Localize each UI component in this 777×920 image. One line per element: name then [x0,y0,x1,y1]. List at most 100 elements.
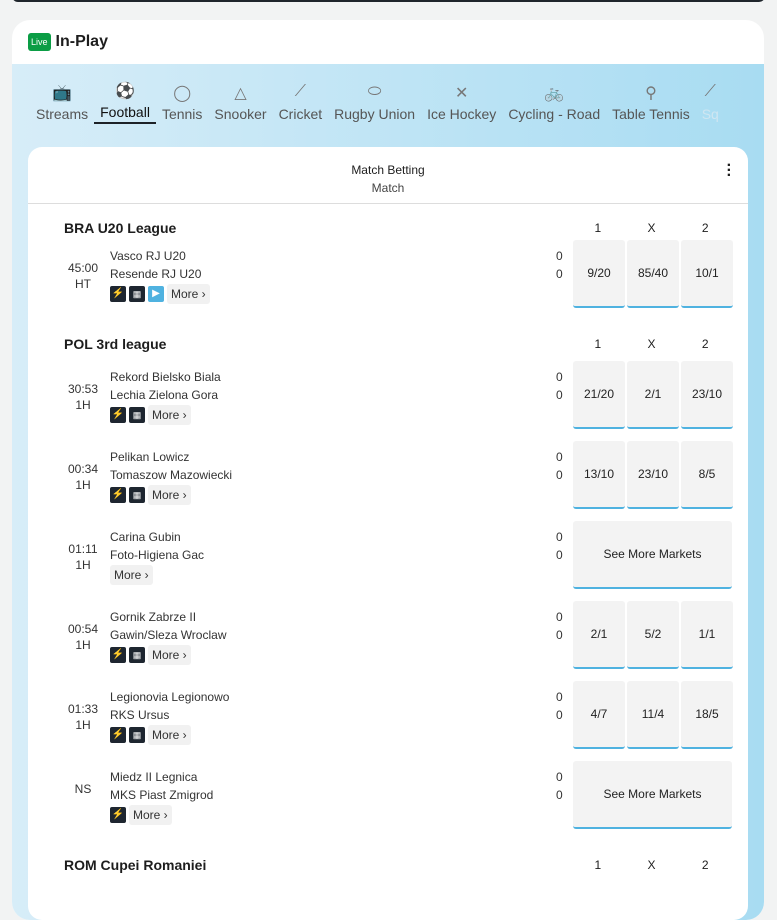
column-header: 1 [594,337,602,351]
home-team[interactable]: Pelikan Lowicz [110,448,232,466]
odds-button[interactable]: 2/1 [627,361,679,429]
away-team[interactable]: Resende RJ U20 [110,265,210,283]
tab-ice-hockey[interactable]: ✕ Ice Hockey [421,64,502,122]
see-more-markets-button[interactable]: See More Markets [573,521,732,589]
stats-icon: ▦ [129,487,145,503]
league-name: ROM Cupei Romaniei [64,857,207,873]
home-team[interactable]: Vasco RJ U20 [110,247,210,265]
video-icon: ▶ [148,286,164,302]
more-link[interactable]: More › [167,284,210,304]
tab-tennis[interactable]: ◯ Tennis [156,64,208,122]
tab-table-tennis[interactable]: ⚲ Table Tennis [606,64,696,122]
odds-group: See More Markets [573,521,732,589]
more-link[interactable]: More › [129,805,172,825]
away-team[interactable]: MKS Piast Zmigrod [110,786,213,804]
lightning-icon: ⚡ [110,807,126,823]
away-team[interactable]: Tomaszow Mazowiecki [110,466,232,484]
away-score: 0 [556,788,563,802]
odds-button[interactable]: 21/20 [573,361,625,429]
lightning-icon: ⚡ [110,647,126,663]
market-selector[interactable]: Match Betting Match · · · [28,147,748,204]
away-team[interactable]: RKS Ursus [110,706,229,724]
market-title: Match Betting [351,163,425,177]
home-team[interactable]: Rekord Bielsko Biala [110,368,221,386]
match-time: 00:34 [67,462,99,476]
match-period: HT [75,277,91,291]
tab-football[interactable]: ⚽ Football [94,64,156,124]
column-header: X [647,858,656,872]
tab-rugby-union[interactable]: ⬭ Rugby Union [328,64,421,122]
tab-label: Streams [36,106,89,122]
event-row: 45:00 HT Vasco RJ U20 Resende RJ U20 ⚡ ▦ ▶ Mo… [28,240,748,320]
panel-header: Live In-Play [12,20,764,64]
odds-group: 4/7 11/4 18/5 [573,681,733,749]
odds-button[interactable]: 2/1 [573,601,625,669]
stats-icon: ▦ [129,286,145,302]
home-score: 0 [556,690,563,704]
event-list: BRA U20 League 1 X 2 45:00 HT Vasco RJ U20 Res… [28,216,748,877]
odds-button[interactable]: 1/1 [681,601,733,669]
event-row: 01:11 1H Carina Gubin Foto-Higiena Gac Mor… [28,521,748,601]
more-link[interactable]: More › [148,645,191,665]
odds-button[interactable]: 8/5 [681,441,733,509]
table-tennis-icon: ⚲ [645,85,657,102]
league-header: ROM Cupei Romaniei 1 X 2 [28,853,748,877]
odds-button[interactable]: 18/5 [681,681,733,749]
column-header: 1 [594,221,602,235]
match-clock: NS [54,781,112,797]
match-time: NS [74,782,92,796]
home-score: 0 [556,450,563,464]
column-header: 2 [701,858,709,872]
event-row: 30:53 1H Rekord Bielsko Biala Lechia Zielo… [28,361,748,441]
more-link[interactable]: More › [148,485,191,505]
match-period: 1H [75,718,91,732]
match-time: 01:33 [67,702,99,716]
home-team[interactable]: Carina Gubin [110,528,204,546]
event-row: 00:34 1H Pelikan Lowicz Tomaszow Mazowieck… [28,441,748,521]
tab-streams[interactable]: 📺 Streams [30,64,94,122]
see-more-markets-button[interactable]: See More Markets [573,761,732,829]
home-score: 0 [556,530,563,544]
match-clock: 00:34 1H [54,461,112,493]
tab-snooker[interactable]: △ Snooker [208,64,272,122]
lightning-icon: ⚡ [110,727,126,743]
away-score: 0 [556,267,563,281]
tab-label: Cycling - Road [508,106,601,122]
match-period: 1H [75,558,91,572]
lightning-icon: ⚡ [110,487,126,503]
match-time: 00:54 [67,622,99,636]
more-link[interactable]: More › [148,725,191,745]
tab-label: Table Tennis [612,106,690,122]
home-team[interactable]: Gornik Zabrze II [110,608,226,626]
odds-button[interactable]: 23/10 [681,361,733,429]
more-link[interactable]: More › [148,405,191,425]
odds-button[interactable]: 10/1 [681,240,733,308]
snooker-icon: △ [234,85,247,102]
tab-label: Rugby Union [334,106,416,122]
odds-button[interactable]: 11/4 [627,681,679,749]
away-team[interactable]: Lechia Zielona Gora [110,386,221,404]
events-card: Match Betting Match · · · BRA U20 League 1 X… [28,147,748,920]
tab-sq[interactable]: ⟋ Sq [696,64,725,122]
away-team[interactable]: Gawin/Sleza Wroclaw [110,626,226,644]
odds-button[interactable]: 85/40 [627,240,679,308]
lightning-icon: ⚡ [110,286,126,302]
home-score: 0 [556,370,563,384]
odds-button[interactable]: 4/7 [573,681,625,749]
match-time: 30:53 [67,382,99,396]
cricket-icon: ⟋ [294,83,306,100]
more-link[interactable]: More › [110,565,153,585]
tab-cricket[interactable]: ⟋ Cricket [273,64,329,122]
tab-cycling-road[interactable]: 🚲 Cycling - Road [502,64,606,122]
away-score: 0 [556,628,563,642]
odds-button[interactable]: 23/10 [627,441,679,509]
stats-icon: ▦ [129,647,145,663]
away-team[interactable]: Foto-Higiena Gac [110,546,204,564]
odds-button[interactable]: 9/20 [573,240,625,308]
home-team[interactable]: Legionovia Legionowo [110,688,229,706]
home-team[interactable]: Miedz II Legnica [110,768,213,786]
odds-button[interactable]: 5/2 [627,601,679,669]
event-row: 01:33 1H Legionovia Legionowo RKS Ursus ⚡ ▦… [28,681,748,761]
more-options-icon[interactable]: · · · [727,158,732,184]
odds-button[interactable]: 13/10 [573,441,625,509]
